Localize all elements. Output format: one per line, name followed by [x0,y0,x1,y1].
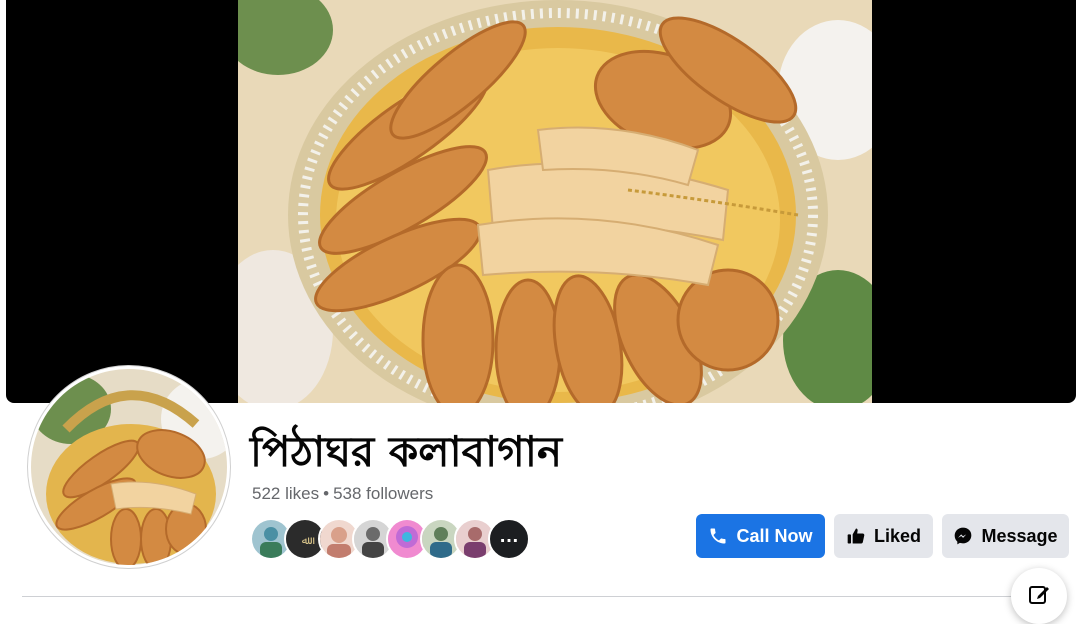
ellipsis-icon[interactable]: … [488,518,530,560]
stats-separator: • [323,484,330,503]
cover-area [6,0,1076,403]
cover-photo[interactable] [238,0,872,403]
section-divider [22,596,1052,597]
liked-button[interactable]: Liked [834,514,933,558]
phone-icon [708,526,728,546]
message-label: Message [981,525,1058,546]
friends-who-like: ﷲ … [250,518,530,560]
call-now-button[interactable]: Call Now [696,514,825,558]
followers-count[interactable]: 538 followers [333,484,433,503]
page-stats: 522 likes • 538 followers [252,484,433,504]
thumbs-up-icon [846,526,866,546]
likes-count[interactable]: 522 likes [252,484,319,503]
call-now-label: Call Now [736,525,813,546]
message-button[interactable]: Message [942,514,1069,558]
edit-compose-icon [1027,582,1051,611]
messenger-icon [953,526,973,546]
liked-label: Liked [873,525,921,546]
page-title: পিঠাঘর কলাবাগান [250,427,563,476]
profile-picture[interactable] [31,369,227,565]
